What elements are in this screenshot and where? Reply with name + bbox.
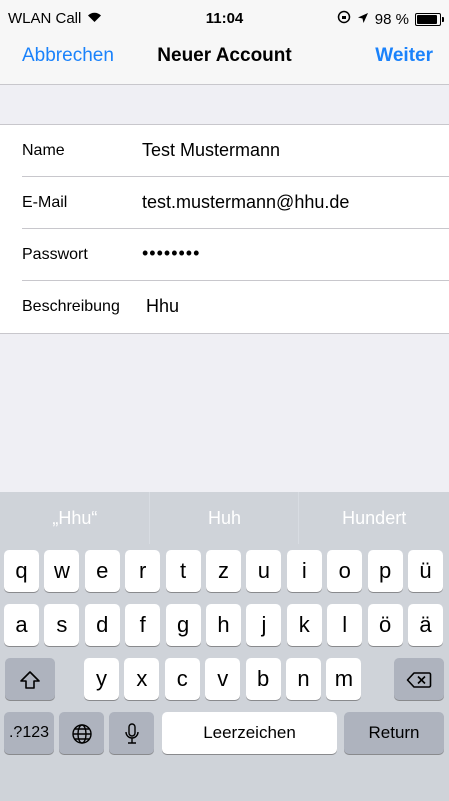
suggestion-item[interactable]: Huh xyxy=(150,492,300,544)
suggestion-item[interactable]: „Hhu“ xyxy=(0,492,150,544)
key-m[interactable]: m xyxy=(326,658,362,700)
battery-icon xyxy=(415,12,444,26)
key-row-3: yxcvbnm xyxy=(0,658,449,700)
key-k[interactable]: k xyxy=(286,604,322,646)
keyboard: „Hhu“ Huh Hundert qwertzuiopü asdfghjklö… xyxy=(0,492,449,801)
key-c[interactable]: c xyxy=(164,658,200,700)
status-right: 98 % xyxy=(337,10,444,28)
description-field[interactable]: Hhu xyxy=(146,296,179,317)
suggestion-item[interactable]: Hundert xyxy=(299,492,449,544)
key-a[interactable]: a xyxy=(4,604,39,646)
key-o[interactable]: o xyxy=(327,550,363,592)
key-ü[interactable]: ü xyxy=(408,550,443,592)
space-key[interactable]: Leerzeichen xyxy=(162,712,337,754)
location-icon xyxy=(357,11,369,28)
key-j[interactable]: j xyxy=(246,604,282,646)
key-q[interactable]: q xyxy=(4,550,39,592)
key-ö[interactable]: ö xyxy=(367,604,403,646)
backspace-icon xyxy=(406,666,432,691)
key-n[interactable]: n xyxy=(286,658,321,700)
globe-key[interactable] xyxy=(59,712,104,754)
key-w[interactable]: w xyxy=(44,550,80,592)
key-b[interactable]: b xyxy=(245,658,281,700)
dictation-key[interactable] xyxy=(109,712,154,754)
key-s[interactable]: s xyxy=(44,604,80,646)
key-y[interactable]: y xyxy=(84,658,119,700)
description-row[interactable]: Beschreibung Hhu xyxy=(0,281,449,333)
next-button[interactable]: Weiter xyxy=(375,45,433,67)
key-x[interactable]: x xyxy=(124,658,160,700)
key-l[interactable]: l xyxy=(327,604,363,646)
key-f[interactable]: f xyxy=(125,604,161,646)
globe-icon xyxy=(71,720,93,745)
backspace-key[interactable] xyxy=(394,658,444,700)
rotation-lock-icon xyxy=(337,10,351,28)
name-row[interactable]: Name Test Mustermann xyxy=(0,125,449,177)
key-u[interactable]: u xyxy=(246,550,282,592)
account-form: Name Test Mustermann E-Mail test.musterm… xyxy=(0,124,449,334)
key-h[interactable]: h xyxy=(206,604,241,646)
email-field[interactable]: test.mustermann@hhu.de xyxy=(142,192,349,213)
password-field[interactable]: •••••••• xyxy=(142,243,200,264)
status-bar: WLAN Call 11:04 98 % xyxy=(0,0,449,40)
numbers-key[interactable]: .?123 xyxy=(4,712,54,754)
key-t[interactable]: t xyxy=(165,550,201,592)
key-row-1: qwertzuiopü xyxy=(0,550,449,592)
key-d[interactable]: d xyxy=(84,604,120,646)
key-p[interactable]: p xyxy=(367,550,403,592)
key-row-2: asdfghjklöä xyxy=(0,604,449,646)
key-r[interactable]: r xyxy=(125,550,161,592)
key-row-4: .?123 Leerzeichen Return xyxy=(0,712,449,754)
navigation-bar: Abbrechen Neuer Account Weiter xyxy=(0,40,449,85)
email-label: E-Mail xyxy=(22,194,68,211)
key-e[interactable]: e xyxy=(84,550,120,592)
suggestion-bar: „Hhu“ Huh Hundert xyxy=(0,492,449,544)
return-key[interactable]: Return xyxy=(344,712,444,754)
battery-percent: 98 % xyxy=(374,10,409,28)
email-row[interactable]: E-Mail test.mustermann@hhu.de xyxy=(0,177,449,229)
shift-key[interactable] xyxy=(5,658,55,700)
password-label: Passwort xyxy=(22,246,88,263)
key-v[interactable]: v xyxy=(205,658,241,700)
description-label: Beschreibung xyxy=(22,298,120,315)
key-i[interactable]: i xyxy=(286,550,322,592)
password-row[interactable]: Passwort •••••••• xyxy=(0,229,449,281)
name-field[interactable]: Test Mustermann xyxy=(142,140,280,161)
key-g[interactable]: g xyxy=(165,604,201,646)
name-label: Name xyxy=(22,142,65,159)
shift-icon xyxy=(19,666,41,691)
key-ä[interactable]: ä xyxy=(408,604,443,646)
microphone-icon xyxy=(124,720,140,745)
key-z[interactable]: z xyxy=(206,550,241,592)
